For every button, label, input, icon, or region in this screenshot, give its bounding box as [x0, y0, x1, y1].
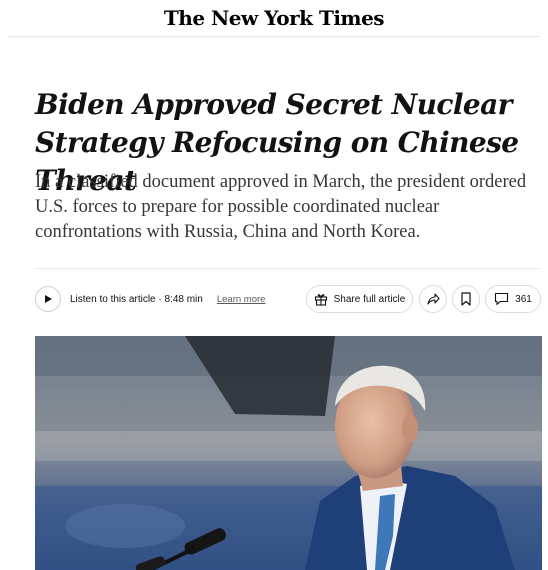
comments-button[interactable]: 361: [485, 285, 541, 313]
nyt-masthead-logo[interactable]: The New York Times: [0, 0, 548, 36]
listen-player: Listen to this article · 8:48 min Learn …: [35, 285, 265, 313]
gift-icon: [314, 294, 327, 306]
comments-count: 361: [515, 293, 532, 305]
share-full-article-button[interactable]: Share full article: [306, 285, 413, 313]
article-photo: [35, 336, 542, 570]
toolbar-divider: [35, 268, 540, 269]
masthead-divider: [8, 36, 540, 37]
share-full-article-label: Share full article: [333, 293, 406, 305]
play-icon: [45, 295, 52, 303]
bookmark-icon: [461, 292, 471, 306]
article-summary: In a classified document approved in Mar…: [35, 172, 527, 242]
learn-more-link[interactable]: Learn more: [217, 294, 266, 305]
listen-label: Listen to this article · 8:48 min: [70, 293, 203, 305]
save-button[interactable]: [452, 285, 480, 313]
comment-icon: [495, 292, 509, 306]
play-button[interactable]: [35, 286, 61, 312]
share-arrow-icon: [427, 293, 440, 305]
share-button[interactable]: [419, 285, 447, 313]
